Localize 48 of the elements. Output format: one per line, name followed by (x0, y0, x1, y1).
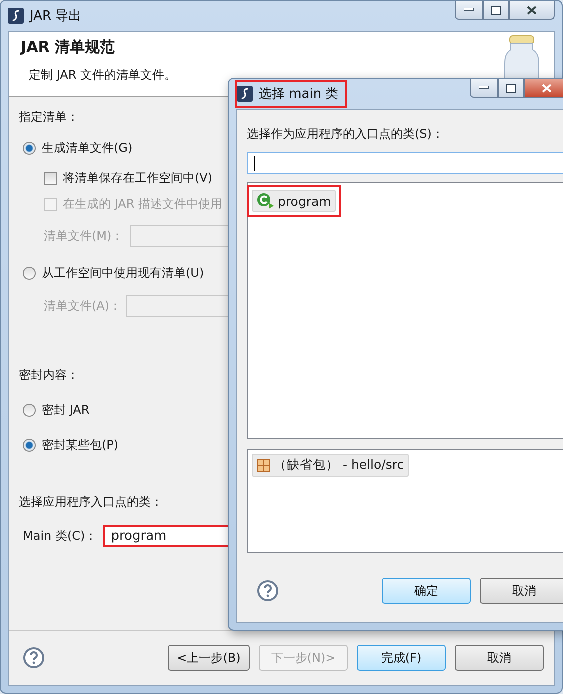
minimize-button[interactable] (455, 1, 483, 20)
radio-label: 从工作空间中使用现有清单(U) (42, 265, 204, 282)
minimize-button[interactable] (470, 79, 498, 98)
field-label: 清单文件(M)： (44, 228, 124, 244)
field-label: Main 类(C)： (23, 528, 98, 544)
checkbox-label: 在生成的 JAR 描述文件中使用 (63, 196, 223, 213)
package-item[interactable]: （缺省包） - hello/src (252, 454, 410, 477)
wizard-button[interactable]: 取消 (455, 645, 544, 671)
maximize-button[interactable] (498, 79, 524, 98)
close-button[interactable] (524, 79, 563, 98)
class-icon (257, 193, 275, 209)
close-button[interactable] (509, 1, 555, 20)
checkbox[interactable] (44, 172, 57, 185)
wizard-button[interactable]: <上一步(B) (168, 645, 250, 671)
field-label: 清单文件(A)： (44, 298, 120, 314)
help-icon[interactable] (257, 580, 279, 602)
radio-button[interactable] (23, 267, 36, 280)
radio-label: 密封 JAR (42, 402, 90, 419)
window-title: 选择 main 类 (259, 86, 339, 103)
radio-button[interactable] (23, 439, 36, 452)
close-icon (527, 6, 537, 14)
maximize-icon (506, 84, 516, 92)
section-heading: 选择应用程序入口点的类： (19, 494, 164, 511)
minimize-icon (479, 86, 489, 90)
maximize-button[interactable] (483, 1, 509, 20)
maximize-icon (491, 6, 501, 14)
close-icon (542, 84, 552, 92)
help-icon[interactable] (23, 647, 45, 669)
class-item[interactable]: program (252, 190, 336, 212)
window-title: JAR 导出 (30, 8, 82, 25)
app-icon (237, 86, 253, 102)
section-heading: 密封内容： (19, 367, 80, 384)
radio-label: 生成清单文件(G) (42, 140, 133, 157)
filter-field[interactable] (247, 152, 563, 174)
package-icon (257, 458, 271, 472)
radio-button[interactable] (23, 142, 36, 155)
page-title: JAR 清单规范 (21, 38, 116, 57)
prompt-label: 选择作为应用程序的入口点的类(S)： (247, 126, 445, 143)
dialog-button[interactable]: 确定 (382, 578, 471, 604)
page-description: 定制 JAR 文件的清单文件。 (29, 67, 177, 84)
app-icon (8, 8, 24, 24)
dialog-button[interactable]: 取消 (480, 578, 563, 604)
section-heading: 指定清单： (19, 109, 80, 126)
radio-button[interactable] (23, 404, 36, 417)
checkbox-label: 将清单保存在工作空间中(V) (63, 170, 213, 187)
minimize-icon (464, 8, 474, 12)
wizard-button[interactable]: 完成(F) (357, 645, 446, 671)
radio-label: 密封某些包(P) (42, 437, 119, 454)
